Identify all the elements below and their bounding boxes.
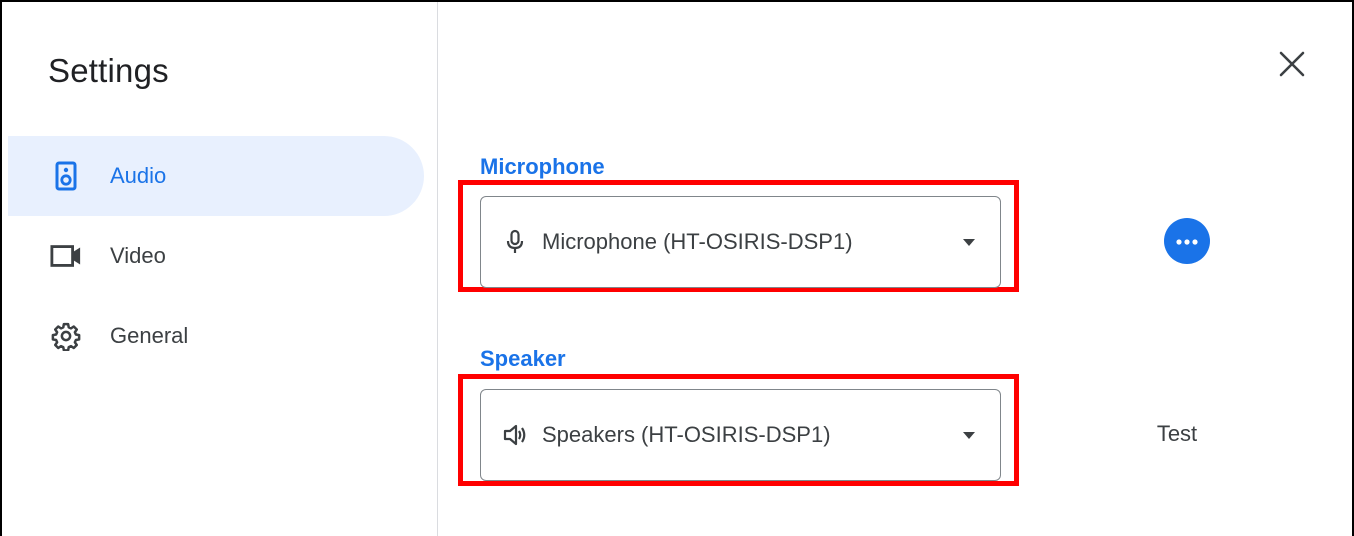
microphone-select[interactable]: Microphone (HT-OSIRIS-DSP1) xyxy=(480,196,1001,288)
speaker-icon xyxy=(50,160,82,192)
close-button[interactable] xyxy=(1274,48,1310,84)
sidebar-item-label: Video xyxy=(110,243,166,268)
speaker-section-label: Speaker xyxy=(480,346,566,371)
mic-icon xyxy=(501,228,529,256)
videocam-icon xyxy=(50,240,82,272)
speaker-test-button[interactable]: Test xyxy=(1130,410,1224,458)
microphone-section-label: Microphone xyxy=(480,154,605,179)
speaker-select[interactable]: Speakers (HT-OSIRIS-DSP1) xyxy=(480,389,1001,481)
microphone-more-button[interactable] xyxy=(1164,218,1210,264)
settings-sidebar: Settings Audio Video General xyxy=(2,2,438,536)
sidebar-item-label: Audio xyxy=(110,163,167,188)
chevron-down-icon xyxy=(961,427,977,443)
sidebar-item-general[interactable]: General xyxy=(8,296,424,376)
sidebar-item-audio[interactable]: Audio xyxy=(8,136,424,216)
close-icon xyxy=(1279,51,1305,82)
dialog-title: Settings xyxy=(48,52,169,89)
sidebar-item-label: General xyxy=(110,323,189,348)
sidebar-item-video[interactable]: Video xyxy=(8,216,424,296)
microphone-select-value: Microphone (HT-OSIRIS-DSP1) xyxy=(542,229,853,254)
gear-icon xyxy=(50,320,82,352)
more-horiz-icon xyxy=(1176,232,1198,250)
chevron-down-icon xyxy=(961,234,977,250)
speaker-select-value: Speakers (HT-OSIRIS-DSP1) xyxy=(542,422,831,447)
volume-icon xyxy=(501,421,529,449)
